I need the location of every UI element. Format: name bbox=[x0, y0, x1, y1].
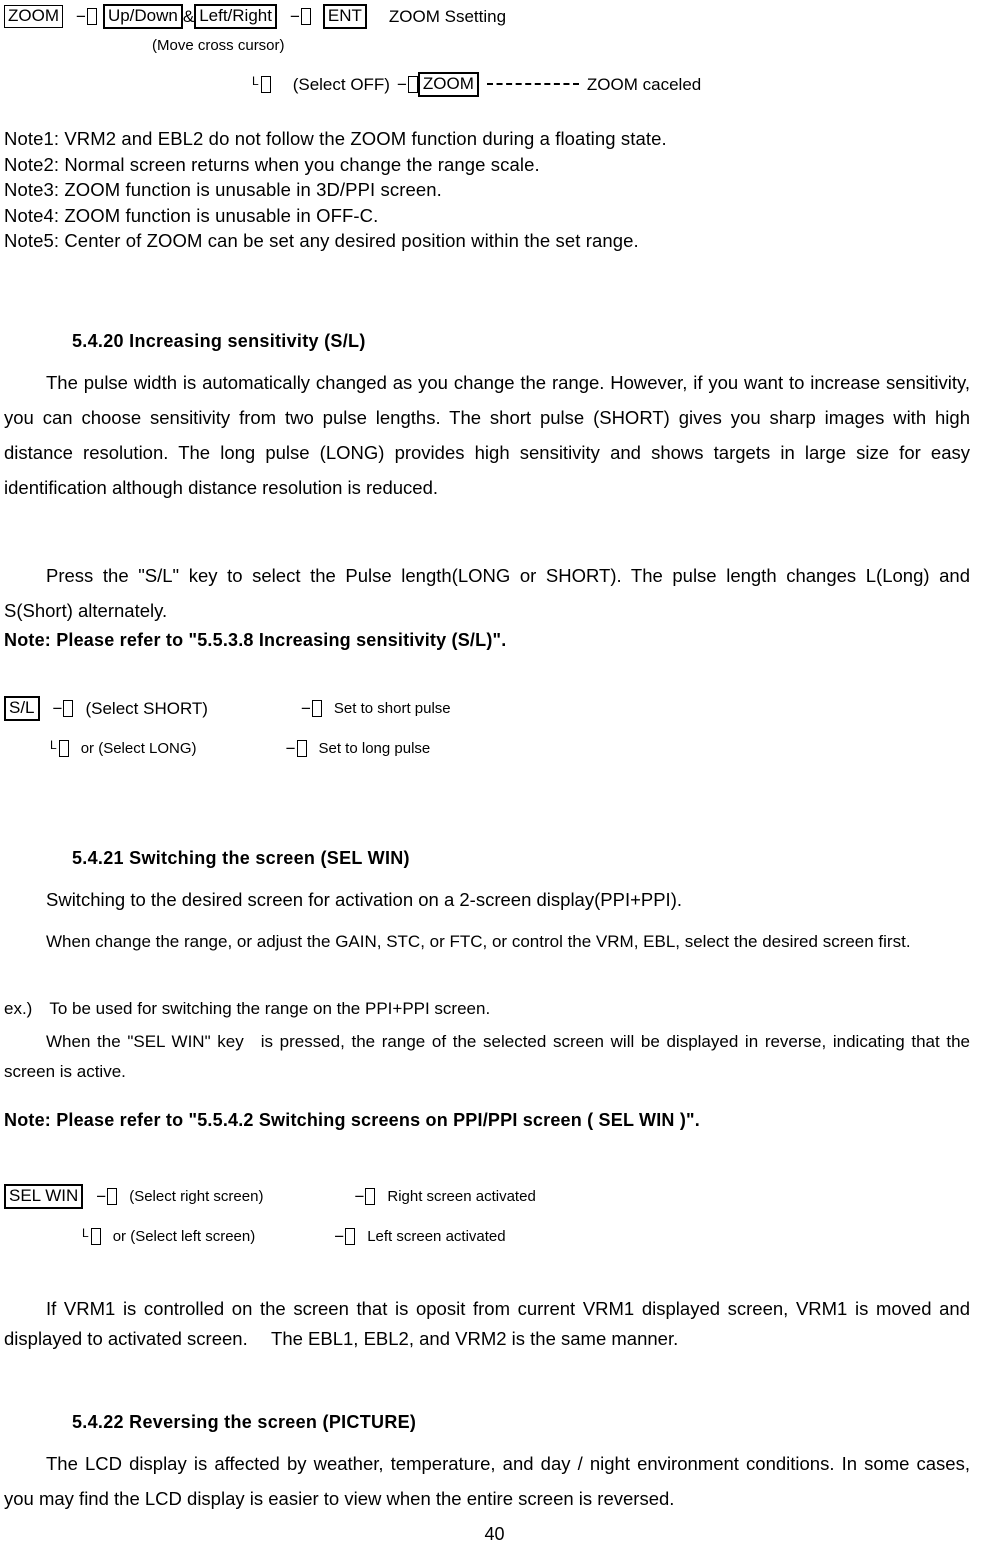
notes-list: Note1: VRM2 and EBL2 do not follow the Z… bbox=[4, 126, 964, 254]
sl-flow-row-2: L or (Select LONG) − Set to long pulse bbox=[50, 737, 431, 758]
left-screen-activated-result: Left screen activated bbox=[367, 1228, 506, 1245]
dash-connector: − bbox=[334, 1227, 345, 1246]
arrow-right-icon bbox=[296, 740, 307, 757]
key-sel-win[interactable]: SEL WIN bbox=[4, 1184, 84, 1209]
elbow-connector: L bbox=[50, 737, 57, 752]
select-off-label: (Select OFF) bbox=[292, 75, 390, 94]
paragraph-text: When the "SEL WIN" key is pressed, the r… bbox=[4, 1032, 970, 1081]
elbow-connector: L bbox=[82, 1225, 89, 1240]
heading-5-4-20: 5.4.20 Increasing sensitivity (S/L) bbox=[72, 331, 366, 351]
paragraph-5-4-22-1: The LCD display is affected by weather, … bbox=[4, 1446, 970, 1516]
key-s-l[interactable]: S/L bbox=[4, 696, 40, 721]
arrow-right-icon bbox=[58, 740, 69, 757]
paragraph-5-4-20-2: Press the "S/L" key to select the Pulse … bbox=[4, 558, 970, 628]
zoom-flow-row-1: ZOOM − Up/Down & Left/Right − ENT ZOOM S… bbox=[4, 4, 506, 29]
paragraph-text: Press the "S/L" key to select the Pulse … bbox=[4, 565, 970, 621]
selwin-flow-row-2: L or (Select left screen) − Left screen … bbox=[82, 1225, 506, 1246]
note-item: Note3: ZOOM function is unusable in 3D/P… bbox=[4, 179, 442, 200]
dash-connector: − bbox=[289, 7, 300, 26]
arrow-right-icon bbox=[311, 700, 322, 717]
arrow-right-icon bbox=[345, 1228, 356, 1245]
key-zoom-cancel[interactable]: ZOOM bbox=[417, 72, 479, 97]
note-ref-5-5-4-2: Note: Please refer to "5.5.4.2 Switching… bbox=[4, 1110, 700, 1130]
paragraph-5-4-21-1: Switching to the desired screen for acti… bbox=[4, 882, 970, 917]
zoom-canceled-result: ZOOM caceled bbox=[586, 75, 702, 94]
dash-connector: − bbox=[96, 1187, 107, 1206]
paragraph-text: The pulse width is automatically changed… bbox=[4, 372, 970, 498]
right-screen-activated-result: Right screen activated bbox=[387, 1188, 536, 1205]
page-number: 40 bbox=[484, 1524, 505, 1544]
paragraph-5-4-21-5: If VRM1 is controlled on the screen that… bbox=[4, 1294, 970, 1354]
manual-page: ZOOM − Up/Down & Left/Right − ENT ZOOM S… bbox=[0, 0, 989, 1564]
paragraph-text: If VRM1 is controlled on the screen that… bbox=[4, 1298, 970, 1349]
arrow-right-icon bbox=[407, 76, 418, 93]
dash-connector: − bbox=[300, 699, 311, 718]
arrow-right-icon bbox=[90, 1228, 101, 1245]
note-ref-5-5-3-8: Note: Please refer to "5.5.3.8 Increasin… bbox=[4, 630, 507, 650]
note-item: Note5: Center of ZOOM can be set any des… bbox=[4, 230, 639, 251]
arrow-right-icon bbox=[107, 1188, 118, 1205]
dashed-rule bbox=[486, 82, 579, 85]
set-long-pulse-result: Set to long pulse bbox=[318, 740, 431, 757]
paragraph-text: When change the range, or adjust the GAI… bbox=[46, 932, 911, 951]
arrow-right-icon bbox=[365, 1188, 376, 1205]
select-long-label: or (Select LONG) bbox=[80, 740, 197, 757]
key-up-down[interactable]: Up/Down bbox=[102, 4, 183, 29]
selwin-flow-row-1: SEL WIN − (Select right screen) − Right … bbox=[4, 1184, 536, 1209]
ampersand: & bbox=[182, 7, 195, 26]
dash-connector: − bbox=[76, 7, 86, 26]
key-left-right[interactable]: Left/Right bbox=[194, 4, 277, 29]
note-item: Note2: Normal screen returns when you ch… bbox=[4, 153, 540, 175]
sl-flow-row-1: S/L − (Select SHORT) − Set to short puls… bbox=[4, 696, 451, 721]
move-cross-cursor-caption: (Move cross cursor) bbox=[152, 37, 285, 54]
dash-connector: − bbox=[354, 1187, 365, 1206]
zoom-flow-row-2: (Move cross cursor) bbox=[152, 38, 285, 53]
paragraph-text: ex.) To be used for switching the range … bbox=[4, 999, 491, 1018]
note-item: Note1: VRM2 and EBL2 do not follow the Z… bbox=[4, 128, 667, 149]
key-zoom[interactable]: ZOOM bbox=[4, 5, 63, 28]
paragraph-5-4-21-3: ex.) To be used for switching the range … bbox=[4, 992, 970, 1026]
paragraph-5-4-21-2: When change the range, or adjust the GAI… bbox=[4, 927, 970, 957]
arrow-right-icon bbox=[86, 8, 97, 25]
elbow-connector: L bbox=[252, 73, 259, 88]
select-short-label: (Select SHORT) bbox=[85, 699, 208, 718]
select-left-screen-label: or (Select left screen) bbox=[112, 1228, 256, 1245]
dash-connector: − bbox=[396, 75, 407, 94]
note-item: Note4: ZOOM function is unusable in OFF-… bbox=[4, 204, 379, 226]
set-short-pulse-result: Set to short pulse bbox=[333, 700, 451, 717]
arrow-right-icon bbox=[300, 8, 311, 25]
heading-5-4-22: 5.4.22 Reversing the screen (PICTURE) bbox=[72, 1412, 417, 1432]
paragraph-text: Switching to the desired screen for acti… bbox=[46, 889, 683, 910]
dash-connector: − bbox=[285, 739, 296, 758]
arrow-right-icon bbox=[63, 700, 74, 717]
paragraph-5-4-21-4: When the "SEL WIN" key is pressed, the r… bbox=[4, 1027, 970, 1087]
key-ent[interactable]: ENT bbox=[322, 4, 367, 29]
zoom-flow-row-3: L (Select OFF) − ZOOM ZOOM caceled bbox=[252, 72, 701, 97]
paragraph-5-4-20-1: The pulse width is automatically changed… bbox=[4, 365, 970, 505]
dash-connector: − bbox=[52, 699, 63, 718]
heading-5-4-21: 5.4.21 Switching the screen (SEL WIN) bbox=[72, 848, 410, 868]
paragraph-text: The LCD display is affected by weather, … bbox=[4, 1453, 970, 1509]
select-right-screen-label: (Select right screen) bbox=[129, 1188, 264, 1205]
arrow-right-icon bbox=[260, 76, 271, 93]
zoom-setting-result: ZOOM Ssetting bbox=[388, 7, 507, 26]
